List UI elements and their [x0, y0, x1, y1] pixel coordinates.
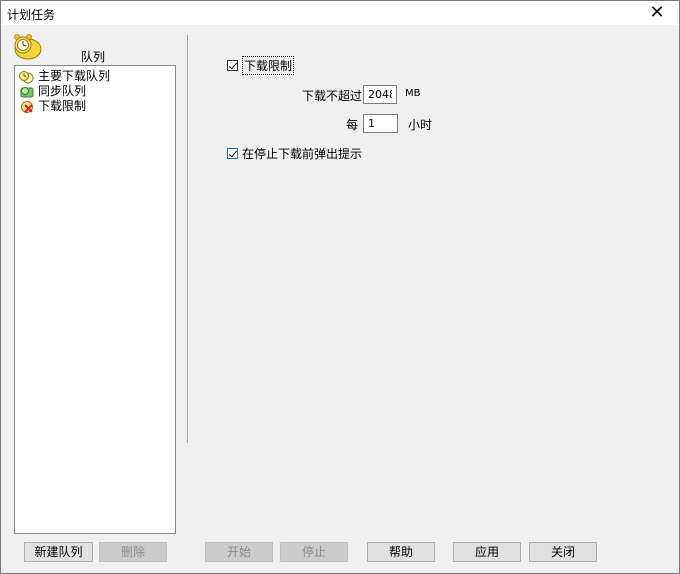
- queue-tree[interactable]: 主要下载队列 同步队列 下载限制: [14, 65, 176, 534]
- queue-header-label: 队列: [81, 50, 106, 64]
- queue-item-main[interactable]: 主要下载队列: [19, 69, 110, 84]
- download-limit-label: 下载限制: [242, 56, 295, 75]
- every-label: 每: [346, 118, 359, 132]
- every-hours-unit: 小时: [408, 118, 433, 132]
- new-queue-button[interactable]: 新建队列: [24, 542, 93, 562]
- title-bar: 计划任务 ✕: [1, 1, 679, 25]
- alarm-clock-icon: [14, 34, 42, 60]
- sync-queue-icon: [20, 86, 34, 97]
- help-button[interactable]: 帮助: [367, 542, 435, 562]
- prompt-before-stop-label: 在停止下载前弹出提示: [242, 147, 363, 161]
- prompt-before-stop-checkbox[interactable]: 在停止下载前弹出提示: [227, 145, 362, 162]
- max-download-unit: MB: [405, 88, 421, 99]
- max-download-input[interactable]: [363, 85, 397, 104]
- stop-button[interactable]: 停止: [280, 542, 348, 562]
- schedule-dialog: 计划任务 ✕ 队列 主要下载队列 同步队列 下载限制 下载限制 下载不超过 20…: [0, 0, 680, 574]
- queue-item-label: 主要下载队列: [38, 69, 111, 83]
- clock-queue-icon: [19, 70, 34, 83]
- checkbox-box[interactable]: [227, 60, 238, 71]
- queue-item-label: 同步队列: [38, 84, 87, 98]
- apply-button[interactable]: 应用: [453, 542, 521, 562]
- queue-item-sync[interactable]: 同步队列: [19, 84, 86, 99]
- queue-item-limit[interactable]: 下载限制: [19, 99, 86, 114]
- queue-item-label: 下载限制: [38, 99, 87, 113]
- every-hours-input[interactable]: [363, 114, 398, 133]
- checkbox-box[interactable]: [227, 148, 238, 159]
- window-title: 计划任务: [7, 8, 56, 22]
- delete-queue-button[interactable]: 删除: [99, 542, 167, 562]
- panel-divider: [187, 35, 189, 443]
- max-download-label: 下载不超过: [302, 89, 363, 103]
- close-button[interactable]: 关闭: [529, 542, 597, 562]
- start-button[interactable]: 开始: [205, 542, 273, 562]
- download-limit-checkbox[interactable]: 下载限制: [227, 56, 295, 75]
- close-window-button[interactable]: ✕: [635, 1, 679, 25]
- limit-queue-icon: [21, 100, 33, 113]
